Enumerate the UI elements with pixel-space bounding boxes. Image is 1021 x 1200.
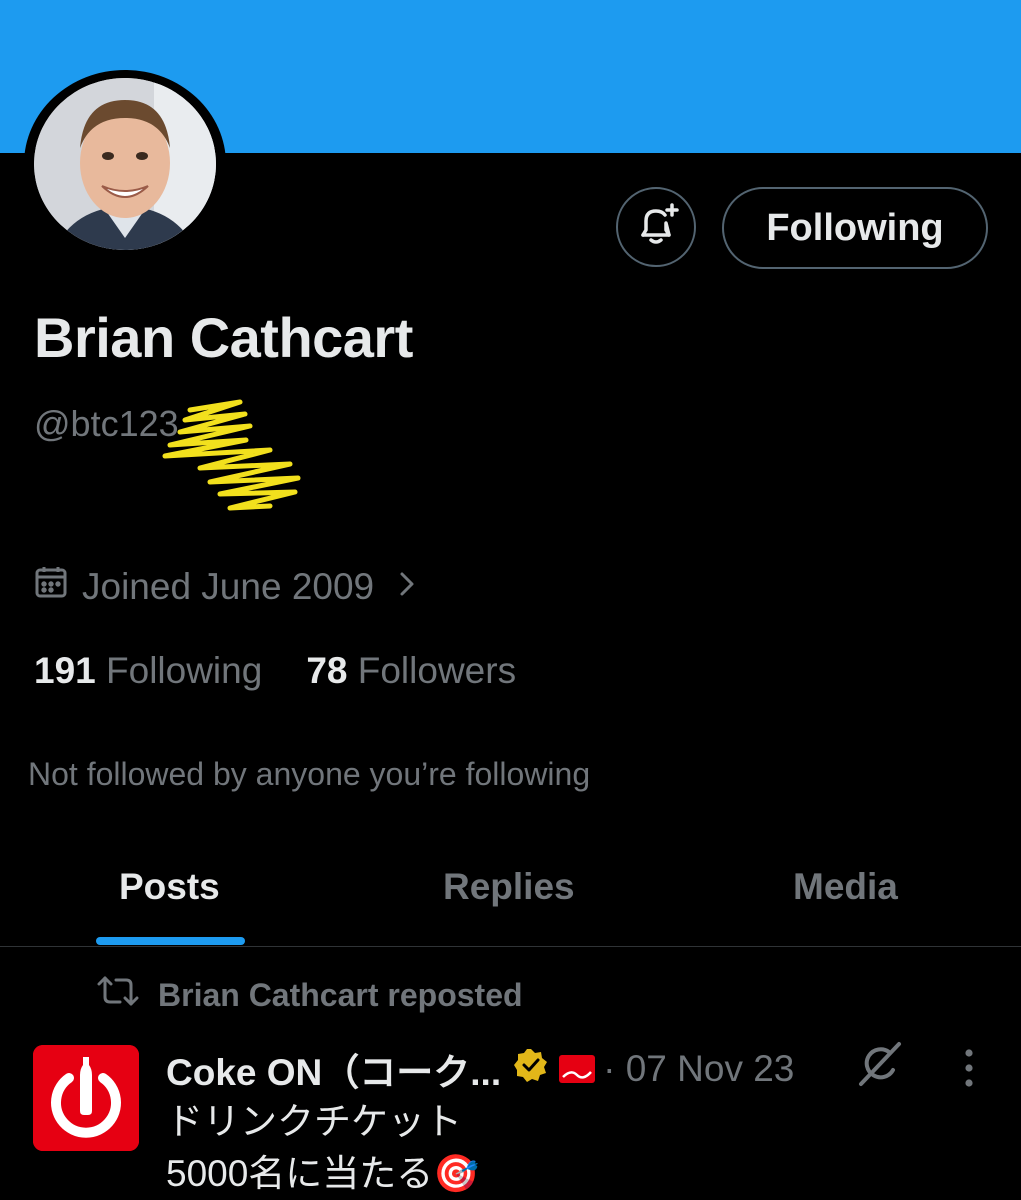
grok-icon[interactable] [855, 1040, 905, 1095]
profile-tabs: Posts Replies Media [0, 850, 1021, 947]
following-count-link[interactable]: 191 Following [34, 650, 262, 692]
post-author-name[interactable]: Coke ON（コーク... [166, 1042, 501, 1096]
post-text-line: ドリンクチケット [166, 1101, 462, 1142]
tab-media[interactable]: Media [793, 866, 898, 908]
bell-plus-icon [630, 199, 682, 256]
active-tab-indicator [96, 937, 245, 945]
post-header: Coke ON（コーク... · 07 Nov 23 [166, 1042, 794, 1096]
post-author-avatar[interactable] [33, 1045, 139, 1151]
post-text: ドリンクチケット 5000名に当たる🎯 [166, 1096, 479, 1200]
repost-icon [96, 975, 140, 1015]
post-date[interactable]: · 07 Nov 23 [603, 1048, 794, 1090]
profile-name: Brian Cathcart [34, 306, 413, 369]
post-text-line: 5000名に当たる🎯 [166, 1153, 480, 1194]
coke-on-logo [33, 1045, 139, 1151]
followers-label: Followers [357, 650, 517, 691]
following-label: Following [106, 650, 263, 691]
tab-posts[interactable]: Posts [119, 866, 220, 908]
calendar-icon [34, 565, 68, 608]
joined-date: Joined June 2009 [34, 565, 418, 608]
more-options-icon[interactable] [955, 1048, 983, 1093]
following-count: 191 [34, 650, 96, 691]
repost-label: Brian Cathcart reposted [158, 976, 523, 1013]
not-followed-text: Not followed by anyone you’re following [28, 756, 591, 792]
avatar[interactable] [34, 78, 216, 250]
joined-text: Joined June 2009 [82, 565, 375, 607]
followers-count: 78 [306, 650, 348, 691]
follow-stats: 191 Following 78 Followers [34, 650, 516, 692]
following-button[interactable]: Following [722, 187, 988, 269]
repost-indicator[interactable]: Brian Cathcart reposted [96, 975, 523, 1015]
chevron-right-icon[interactable] [396, 566, 418, 608]
redaction-scribble [162, 399, 301, 511]
coca-cola-logo-icon [559, 1055, 596, 1083]
tab-replies[interactable]: Replies [443, 866, 575, 908]
followers-count-link[interactable]: 78 Followers [306, 650, 516, 692]
verified-gold-badge-icon [513, 1047, 549, 1092]
notify-button[interactable] [616, 187, 696, 267]
